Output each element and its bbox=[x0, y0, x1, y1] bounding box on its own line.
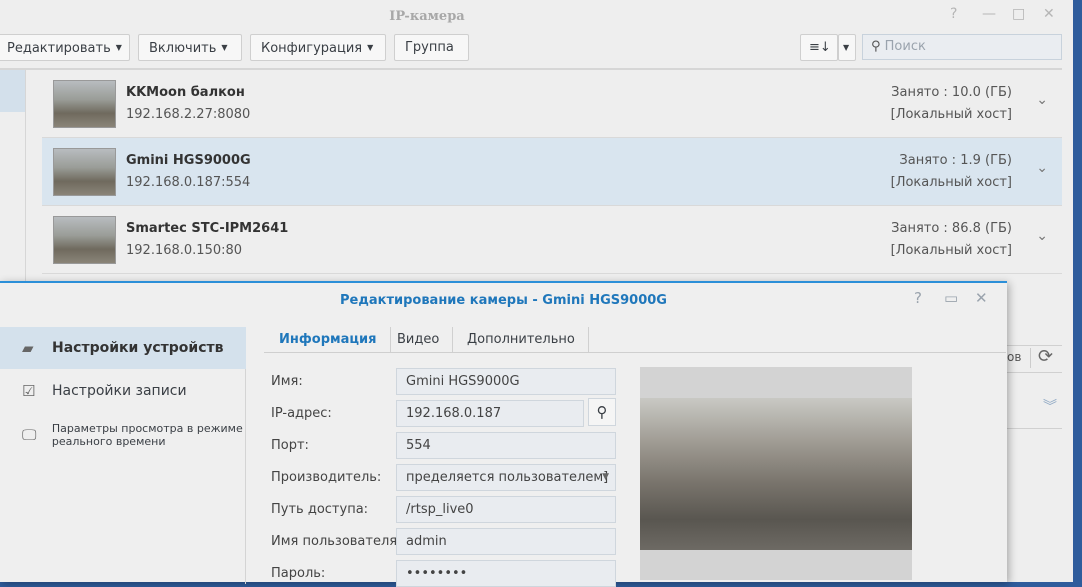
port-input[interactable]: 554 bbox=[396, 432, 616, 459]
ip-label: IP-адрес: bbox=[271, 406, 332, 421]
dialog-sidebar: ▰ Настройки устройств ☑ Настройки записи 🖵… bbox=[0, 327, 246, 584]
name-label: Имя: bbox=[271, 374, 303, 389]
camera-ip: 192.168.0.150:80 bbox=[126, 243, 243, 258]
left-nav-selected[interactable] bbox=[0, 70, 25, 112]
sidebar-label: Настройки устройств bbox=[52, 340, 224, 356]
chevron-down-icon[interactable]: ⌄ bbox=[1036, 228, 1048, 244]
sort-dropdown-button[interactable]: ▼ bbox=[838, 34, 856, 61]
dialog-title: Редактирование камеры - Gmini HGS9000G bbox=[340, 293, 667, 308]
search-input[interactable]: ⚲ Поиск bbox=[862, 34, 1062, 60]
path-input[interactable]: /rtsp_live0 bbox=[396, 496, 616, 523]
manufacturer-select[interactable]: пределяется пользователем] ▼ bbox=[396, 464, 616, 491]
camera-used: Занято : 10.0 (ГБ) bbox=[891, 85, 1012, 100]
camera-row[interactable]: KKMoon балкон 192.168.2.27:8080 Занято :… bbox=[42, 70, 1062, 138]
sidebar-item-device-settings[interactable]: ▰ Настройки устройств bbox=[0, 327, 246, 369]
camera-name: Smartec STC-IPM2641 bbox=[126, 221, 289, 236]
camera-ip: 192.168.2.27:8080 bbox=[126, 107, 251, 122]
help-icon[interactable]: ? bbox=[914, 289, 922, 307]
window-title: IP-камера bbox=[389, 9, 465, 24]
caret-down-icon: ▼ bbox=[843, 43, 850, 52]
tab-video[interactable]: Видео bbox=[384, 327, 454, 352]
camera-thumbnail bbox=[53, 148, 116, 196]
manufacturer-value: пределяется пользователем] bbox=[406, 470, 609, 485]
camera-icon: ▰ bbox=[22, 339, 34, 357]
calendar-check-icon: ☑ bbox=[22, 382, 36, 400]
divider bbox=[1007, 428, 1062, 429]
camera-thumbnail bbox=[53, 80, 116, 128]
password-label: Пароль: bbox=[271, 566, 326, 581]
manufacturer-label: Производитель: bbox=[271, 470, 382, 485]
help-icon[interactable]: ? bbox=[950, 6, 957, 22]
camera-host: [Локальный хост] bbox=[890, 175, 1012, 190]
enable-label: Включить bbox=[149, 41, 217, 56]
edit-label: Редактировать bbox=[7, 41, 111, 56]
camera-used: Занято : 86.8 (ГБ) bbox=[891, 221, 1012, 236]
background-partial-text: ов bbox=[1007, 350, 1022, 364]
camera-ip: 192.168.0.187:554 bbox=[126, 175, 251, 190]
camera-row[interactable]: Gmini HGS9000G 192.168.0.187:554 Занято … bbox=[42, 138, 1062, 206]
camera-name: Gmini HGS9000G bbox=[126, 153, 251, 168]
name-input[interactable]: Gmini HGS9000G bbox=[396, 368, 616, 395]
camera-used: Занято : 1.9 (ГБ) bbox=[899, 153, 1012, 168]
edit-button[interactable]: Редактировать ▼ bbox=[0, 34, 130, 61]
tab-advanced[interactable]: Дополнительно bbox=[454, 327, 589, 352]
camera-name: KKMoon балкон bbox=[126, 85, 245, 100]
username-input[interactable]: admin bbox=[396, 528, 616, 555]
caret-down-icon: ▼ bbox=[367, 43, 374, 52]
chevron-down-icon[interactable]: ⌄ bbox=[1036, 92, 1048, 108]
divider bbox=[1030, 348, 1031, 368]
sidebar-label: Параметры просмотра в режиме реального в… bbox=[51, 422, 243, 448]
monitor-settings-icon: 🖵 bbox=[22, 425, 37, 444]
username-label: Имя пользователя: bbox=[271, 534, 402, 549]
enable-button[interactable]: Включить ▼ bbox=[138, 34, 242, 61]
sidebar-label: Настройки записи bbox=[52, 383, 187, 399]
camera-preview bbox=[640, 367, 912, 580]
maximize-icon[interactable]: □ bbox=[1012, 6, 1025, 22]
search-icon: ⚲ bbox=[871, 39, 885, 54]
divider bbox=[1007, 345, 1062, 346]
close-icon[interactable]: ✕ bbox=[975, 289, 988, 307]
sort-button[interactable]: ≡↓ bbox=[800, 34, 838, 61]
divider bbox=[1007, 372, 1062, 373]
tab-information[interactable]: Информация bbox=[266, 327, 391, 352]
camera-thumbnail bbox=[53, 216, 116, 264]
camera-host: [Локальный хост] bbox=[890, 243, 1012, 258]
search-placeholder: Поиск bbox=[884, 39, 926, 54]
configuration-button[interactable]: Конфигурация ▼ bbox=[250, 34, 386, 61]
close-icon[interactable]: ✕ bbox=[1043, 6, 1055, 22]
ip-input[interactable]: 192.168.0.187 bbox=[396, 400, 584, 427]
caret-down-icon: ▼ bbox=[221, 43, 228, 52]
sidebar-item-recording-settings[interactable]: ☑ Настройки записи bbox=[0, 371, 246, 411]
password-input[interactable]: •••••••• bbox=[396, 560, 616, 587]
sidebar-item-live-view-settings[interactable]: 🖵 Параметры просмотра в режиме реального … bbox=[0, 415, 246, 455]
refresh-icon[interactable]: ⟳ bbox=[1038, 346, 1053, 367]
search-icon: ⚲ bbox=[596, 403, 608, 421]
preview-image bbox=[640, 398, 912, 550]
port-label: Порт: bbox=[271, 438, 309, 453]
caret-down-icon: ▼ bbox=[602, 472, 609, 482]
group-button[interactable]: Группа bbox=[394, 34, 469, 61]
caret-down-icon: ▼ bbox=[115, 43, 122, 52]
config-label: Конфигурация bbox=[261, 41, 363, 56]
minimize-icon[interactable]: — bbox=[982, 6, 996, 22]
camera-host: [Локальный хост] bbox=[890, 107, 1012, 122]
maximize-icon[interactable]: ▭ bbox=[944, 289, 958, 307]
double-chevron-down-icon[interactable]: ︾ bbox=[1043, 396, 1057, 416]
chevron-down-icon[interactable]: ⌄ bbox=[1036, 160, 1048, 176]
path-label: Путь доступа: bbox=[271, 502, 369, 517]
dialog-tabs: Информация Видео Дополнительно bbox=[264, 327, 1006, 353]
camera-row[interactable]: Smartec STC-IPM2641 192.168.0.150:80 Зан… bbox=[42, 206, 1062, 274]
search-ip-button[interactable]: ⚲ bbox=[588, 398, 616, 426]
